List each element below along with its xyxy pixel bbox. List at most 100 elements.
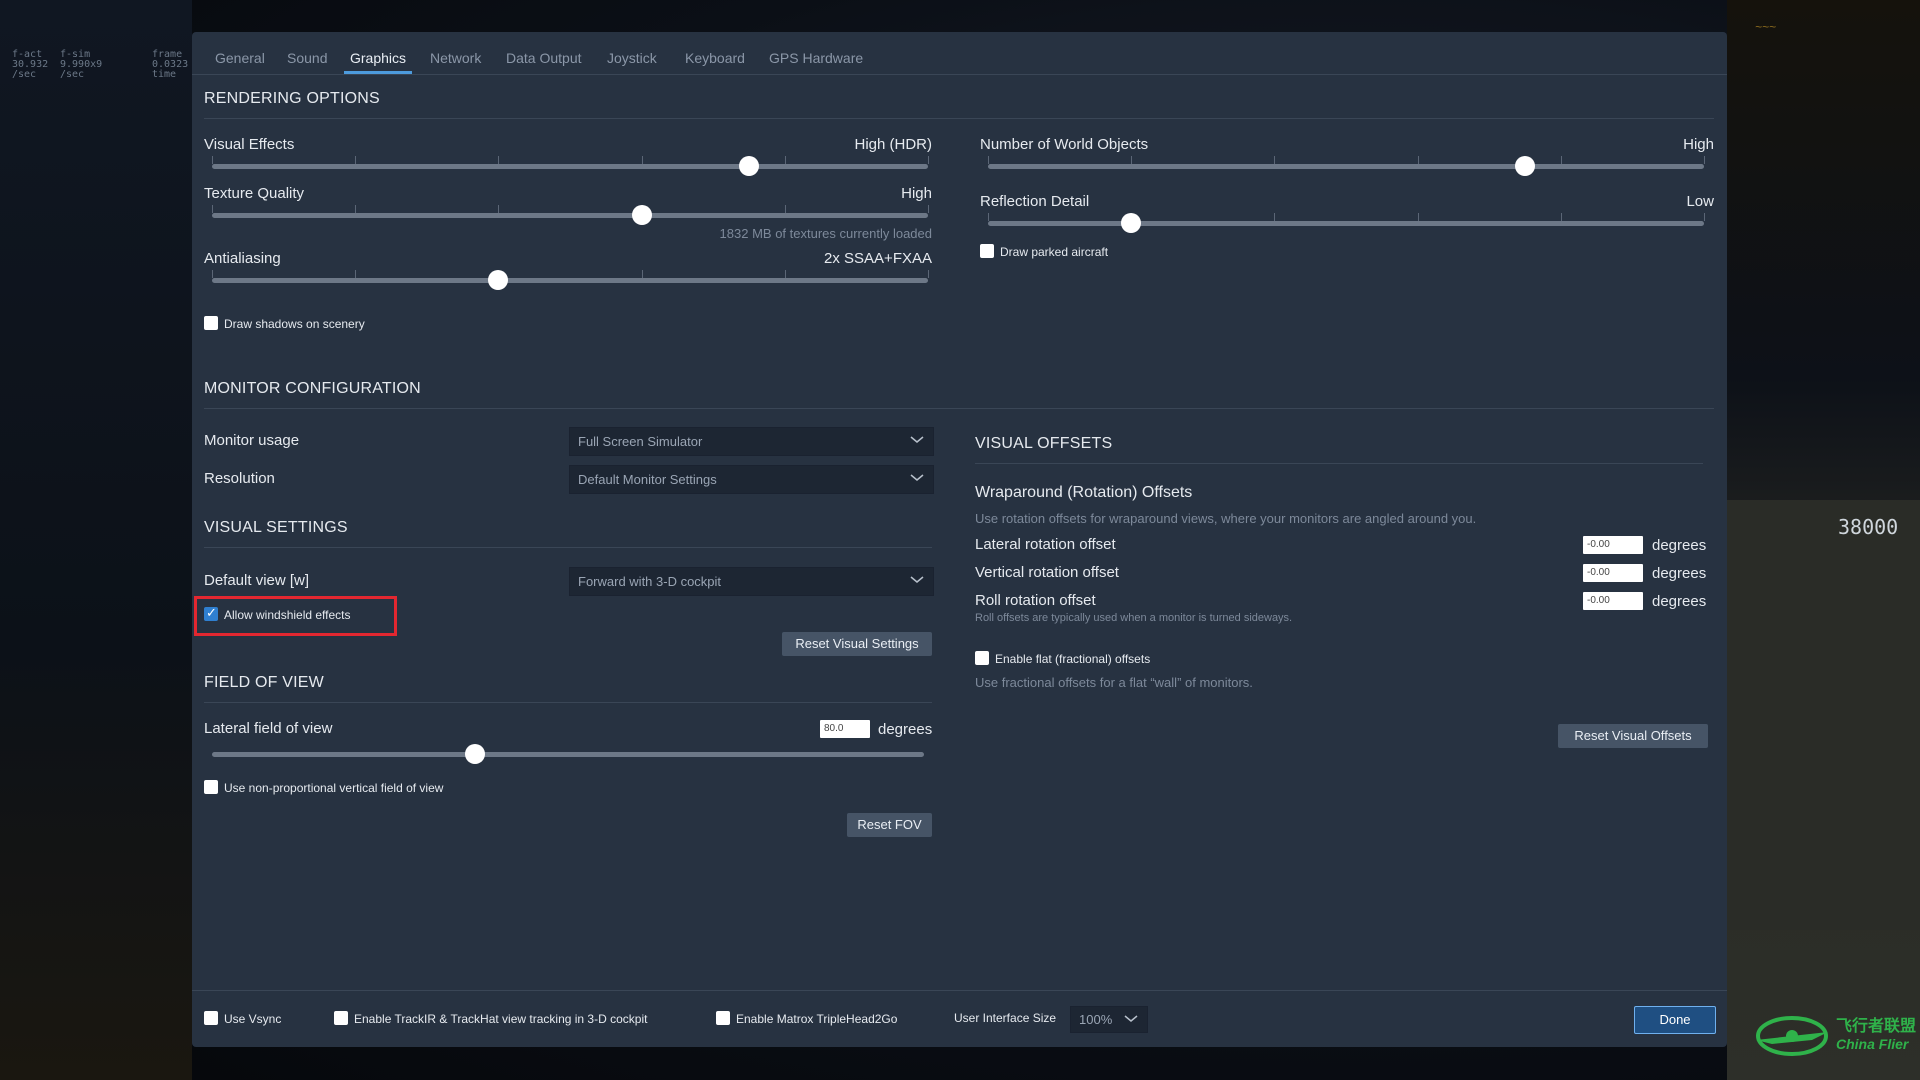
- slider-knob[interactable]: [1121, 213, 1142, 233]
- slider-tick: [928, 270, 929, 278]
- slider-tick: [928, 156, 929, 164]
- reset-fov-button[interactable]: Reset FOV: [847, 813, 932, 837]
- slider-track[interactable]: [212, 278, 928, 283]
- visual-effects-label: Visual Effects: [204, 136, 295, 153]
- watermark-logo: 飞行者联盟 China Flier: [1752, 1006, 1920, 1066]
- slider-knob[interactable]: [739, 156, 759, 176]
- draw-parked-aircraft-label: Draw parked aircraft: [1000, 245, 1109, 259]
- slider-tick: [498, 205, 500, 213]
- resolution-label: Resolution: [204, 470, 275, 487]
- slider-tick: [988, 156, 989, 164]
- tab-keyboard[interactable]: Keyboard: [685, 50, 745, 66]
- section-title-visual-offsets: VISUAL OFFSETS: [975, 435, 1113, 452]
- chevron-down-icon: [910, 474, 924, 481]
- texture-quality-label: Texture Quality: [204, 185, 305, 202]
- slider-tick: [1274, 156, 1276, 164]
- flat-offsets-label: Enable flat (fractional) offsets: [995, 652, 1151, 666]
- chevron-down-icon: [1124, 1015, 1138, 1022]
- windshield-effects-checkbox[interactable]: [204, 605, 218, 621]
- slider-tick: [988, 213, 989, 221]
- slider-track[interactable]: [212, 213, 928, 218]
- reset-visual-settings-button[interactable]: Reset Visual Settings: [782, 632, 932, 656]
- slider-tick: [1274, 213, 1276, 221]
- tab-joystick[interactable]: Joystick: [607, 50, 657, 66]
- tab-gps-hardware[interactable]: GPS Hardware: [769, 50, 863, 66]
- slider-tick: [1704, 213, 1705, 221]
- nonprop-fov-checkbox[interactable]: [204, 780, 218, 794]
- slider-tick: [641, 156, 643, 164]
- draw-parked-aircraft-checkbox[interactable]: [980, 244, 994, 258]
- active-tab-indicator: [344, 71, 412, 74]
- slider-tick: [498, 156, 500, 164]
- world-objects-value: High: [1683, 136, 1714, 153]
- tab-general[interactable]: General: [215, 50, 265, 66]
- draw-shadows-checkbox[interactable]: [204, 316, 218, 330]
- section-title-fov: FIELD OF VIEW: [204, 674, 324, 691]
- roll-rotation-input[interactable]: -0.00: [1583, 592, 1643, 610]
- hud-fsim: f-sim 9.990x9/sec: [60, 49, 103, 80]
- hud-fact: f-act 30.932/sec: [12, 49, 49, 80]
- done-button[interactable]: Done: [1634, 1006, 1716, 1034]
- slider-tick: [1417, 213, 1419, 221]
- lateral-fov-unit: degrees: [878, 721, 933, 738]
- resolution-value: Default Monitor Settings: [578, 472, 717, 487]
- footer-divider: [192, 990, 1727, 991]
- slider-track[interactable]: [988, 221, 1704, 226]
- roll-rotation-note: Roll offsets are typically used when a m…: [975, 612, 1293, 624]
- trackir-checkbox[interactable]: [334, 1011, 348, 1025]
- section-divider: [975, 463, 1703, 464]
- lateral-fov-label: Lateral field of view: [204, 720, 333, 737]
- antialiasing-label: Antialiasing: [204, 250, 281, 267]
- visual-effects-value: High (HDR): [854, 136, 932, 153]
- reflection-detail-slider[interactable]: [988, 213, 1705, 233]
- slider-knob[interactable]: [465, 744, 486, 764]
- roll-rotation-unit: degrees: [1652, 593, 1707, 610]
- lateral-rotation-input[interactable]: -0.00: [1583, 536, 1643, 554]
- slider-tick: [355, 270, 357, 278]
- visual-effects-slider[interactable]: [212, 156, 929, 176]
- slider-track[interactable]: [988, 164, 1704, 169]
- slider-tick: [1417, 156, 1419, 164]
- nonprop-fov-label: Use non-proportional vertical field of v…: [224, 781, 444, 795]
- lateral-fov-slider[interactable]: [212, 744, 924, 764]
- default-view-value: Forward with 3-D cockpit: [578, 574, 722, 589]
- default-view-dropdown[interactable]: Forward with 3-D cockpit: [569, 567, 934, 596]
- world-objects-slider[interactable]: [988, 156, 1705, 176]
- slider-tick: [784, 270, 786, 278]
- slider-knob[interactable]: [1515, 156, 1535, 176]
- resolution-dropdown[interactable]: Default Monitor Settings: [569, 465, 934, 494]
- tab-data-output[interactable]: Data Output: [506, 50, 582, 66]
- lateral-fov-input[interactable]: 80.0: [820, 720, 870, 738]
- default-view-label: Default view [w]: [204, 572, 310, 589]
- tab-network[interactable]: Network: [430, 50, 481, 66]
- watermark-cn: 飞行者联盟: [1836, 1018, 1917, 1035]
- slider-tick: [784, 156, 786, 164]
- tab-sound[interactable]: Sound: [287, 50, 327, 66]
- vsync-checkbox[interactable]: [204, 1011, 218, 1025]
- reset-visual-offsets-button[interactable]: Reset Visual Offsets: [1558, 724, 1708, 748]
- slider-knob[interactable]: [488, 270, 509, 290]
- ui-size-dropdown[interactable]: 100%: [1070, 1006, 1148, 1033]
- slider-track[interactable]: [212, 752, 924, 757]
- settings-dialog: General Sound Graphics Network Data Outp…: [192, 32, 1727, 1047]
- slider-track[interactable]: [212, 164, 928, 169]
- section-title-monitor: MONITOR CONFIGURATION: [204, 380, 421, 397]
- slider-tick: [1560, 156, 1562, 164]
- chevron-down-icon: [910, 436, 924, 443]
- matrox-checkbox[interactable]: [716, 1011, 730, 1025]
- texture-quality-slider[interactable]: [212, 205, 929, 225]
- slider-tick: [928, 205, 929, 213]
- tab-graphics[interactable]: Graphics: [350, 50, 406, 66]
- vertical-rotation-input[interactable]: -0.00: [1583, 564, 1643, 582]
- slider-tick: [1560, 213, 1562, 221]
- texture-memory-note: 1832 MB of textures currently loaded: [719, 226, 932, 241]
- slider-knob[interactable]: [631, 205, 652, 225]
- monitor-usage-dropdown[interactable]: Full Screen Simulator: [569, 427, 934, 456]
- chevron-down-icon: [910, 576, 924, 583]
- cockpit-readout: 38000: [1838, 515, 1899, 539]
- antialiasing-slider[interactable]: [212, 270, 929, 290]
- slider-tick: [355, 156, 357, 164]
- windshield-effects-label: Allow windshield effects: [224, 608, 351, 622]
- plane-logo-icon: [1756, 1016, 1828, 1056]
- flat-offsets-checkbox[interactable]: [975, 651, 989, 665]
